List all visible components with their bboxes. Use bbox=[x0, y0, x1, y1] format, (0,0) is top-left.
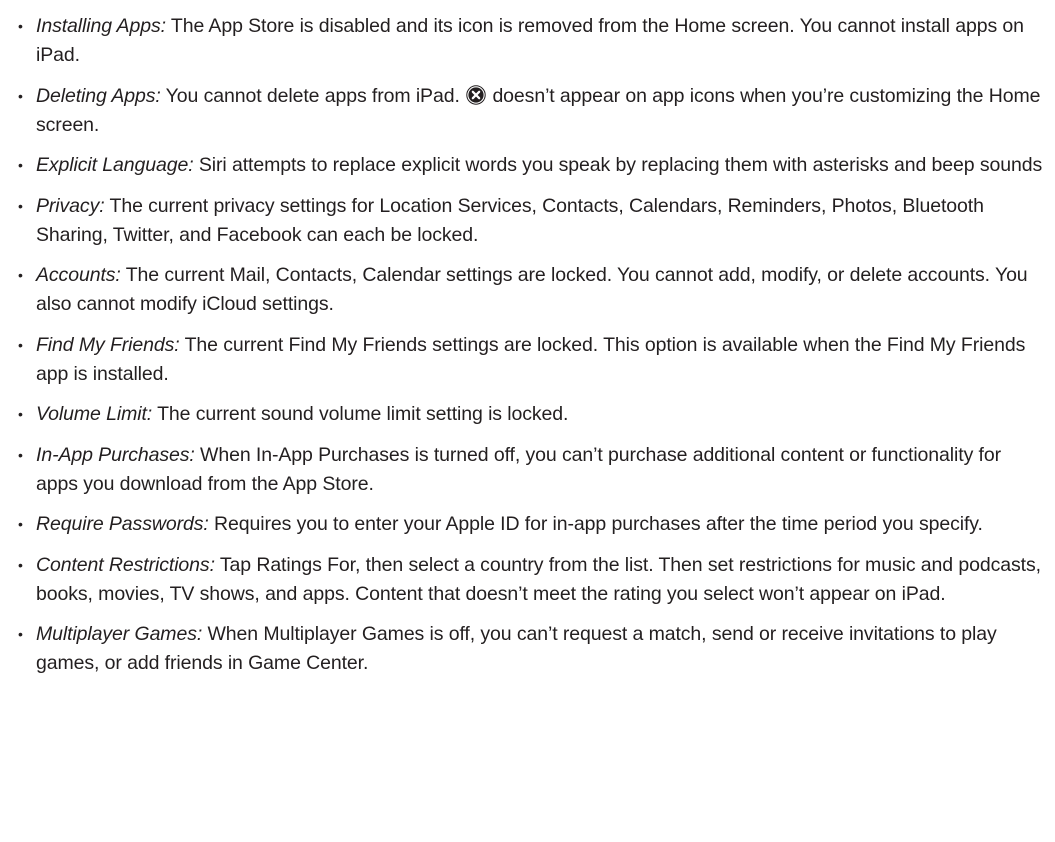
delete-badge-icon bbox=[466, 84, 486, 105]
item-term: Installing Apps: bbox=[36, 15, 166, 37]
item-text: The current Find My Friends settings are… bbox=[36, 333, 1026, 385]
item-text: The App Store is disabled and its icon i… bbox=[36, 15, 1024, 66]
item-term: Volume Limit: bbox=[36, 403, 153, 425]
bullet-icon: • bbox=[18, 336, 23, 353]
item-text: The current Mail, Contacts, Calendar set… bbox=[36, 264, 1028, 315]
list-item-content-restrictions: • Content Restrictions: Tap Ratings For,… bbox=[18, 551, 1048, 609]
bullet-icon: • bbox=[18, 626, 23, 642]
bullet-icon: • bbox=[18, 267, 23, 283]
list-item-multiplayer-games: • Multiplayer Games: When Multiplayer Ga… bbox=[18, 620, 1048, 678]
bullet-icon: • bbox=[18, 87, 23, 104]
list-item-installing-apps: • Installing Apps: The App Store is disa… bbox=[18, 12, 1048, 70]
bullet-icon: • bbox=[18, 18, 23, 34]
list-item-accounts: • Accounts: The current Mail, Contacts, … bbox=[18, 261, 1048, 319]
list-item-find-my-friends: • Find My Friends: The current Find My F… bbox=[18, 331, 1048, 389]
document-page: • Installing Apps: The App Store is disa… bbox=[0, 0, 1055, 842]
item-text: The current sound volume limit setting i… bbox=[157, 403, 569, 425]
bullet-icon: • bbox=[18, 197, 23, 214]
restrictions-list: • Installing Apps: The App Store is disa… bbox=[18, 12, 1048, 690]
item-text: Requires you to enter your Apple ID for … bbox=[214, 513, 983, 535]
list-item-explicit-language: • Explicit Language: Siri attempts to re… bbox=[18, 151, 1048, 180]
item-term: In-App Purchases: bbox=[36, 443, 195, 466]
list-item-require-passwords: • Require Passwords: Requires you to ent… bbox=[18, 510, 1048, 539]
item-text: You cannot delete apps from iPad. bbox=[165, 84, 460, 107]
list-item-in-app-purchases: • In-App Purchases: When In-App Purchase… bbox=[18, 441, 1048, 499]
bullet-icon: • bbox=[18, 446, 23, 463]
list-item-privacy: • Privacy: The current privacy settings … bbox=[18, 192, 1048, 250]
item-term: Multiplayer Games: bbox=[36, 623, 203, 645]
bullet-icon: • bbox=[18, 406, 23, 422]
bullet-icon: • bbox=[18, 157, 23, 173]
item-term: Find My Friends: bbox=[36, 333, 180, 356]
item-term: Privacy: bbox=[36, 194, 105, 217]
item-term: Accounts: bbox=[36, 264, 121, 286]
list-item-volume-limit: • Volume Limit: The current sound volume… bbox=[18, 400, 1048, 429]
item-term: Deleting Apps: bbox=[36, 84, 161, 107]
item-term: Require Passwords: bbox=[36, 513, 209, 535]
item-text: Siri attempts to replace explicit words … bbox=[198, 154, 1043, 176]
item-term: Content Restrictions: bbox=[36, 553, 215, 576]
bullet-icon: • bbox=[18, 556, 23, 573]
list-item-deleting-apps: • Deleting Apps: You cannot delete apps … bbox=[18, 82, 1048, 140]
bullet-icon: • bbox=[18, 516, 23, 532]
item-term: Explicit Language: bbox=[36, 154, 194, 176]
item-text: The current privacy settings for Locatio… bbox=[36, 194, 984, 246]
